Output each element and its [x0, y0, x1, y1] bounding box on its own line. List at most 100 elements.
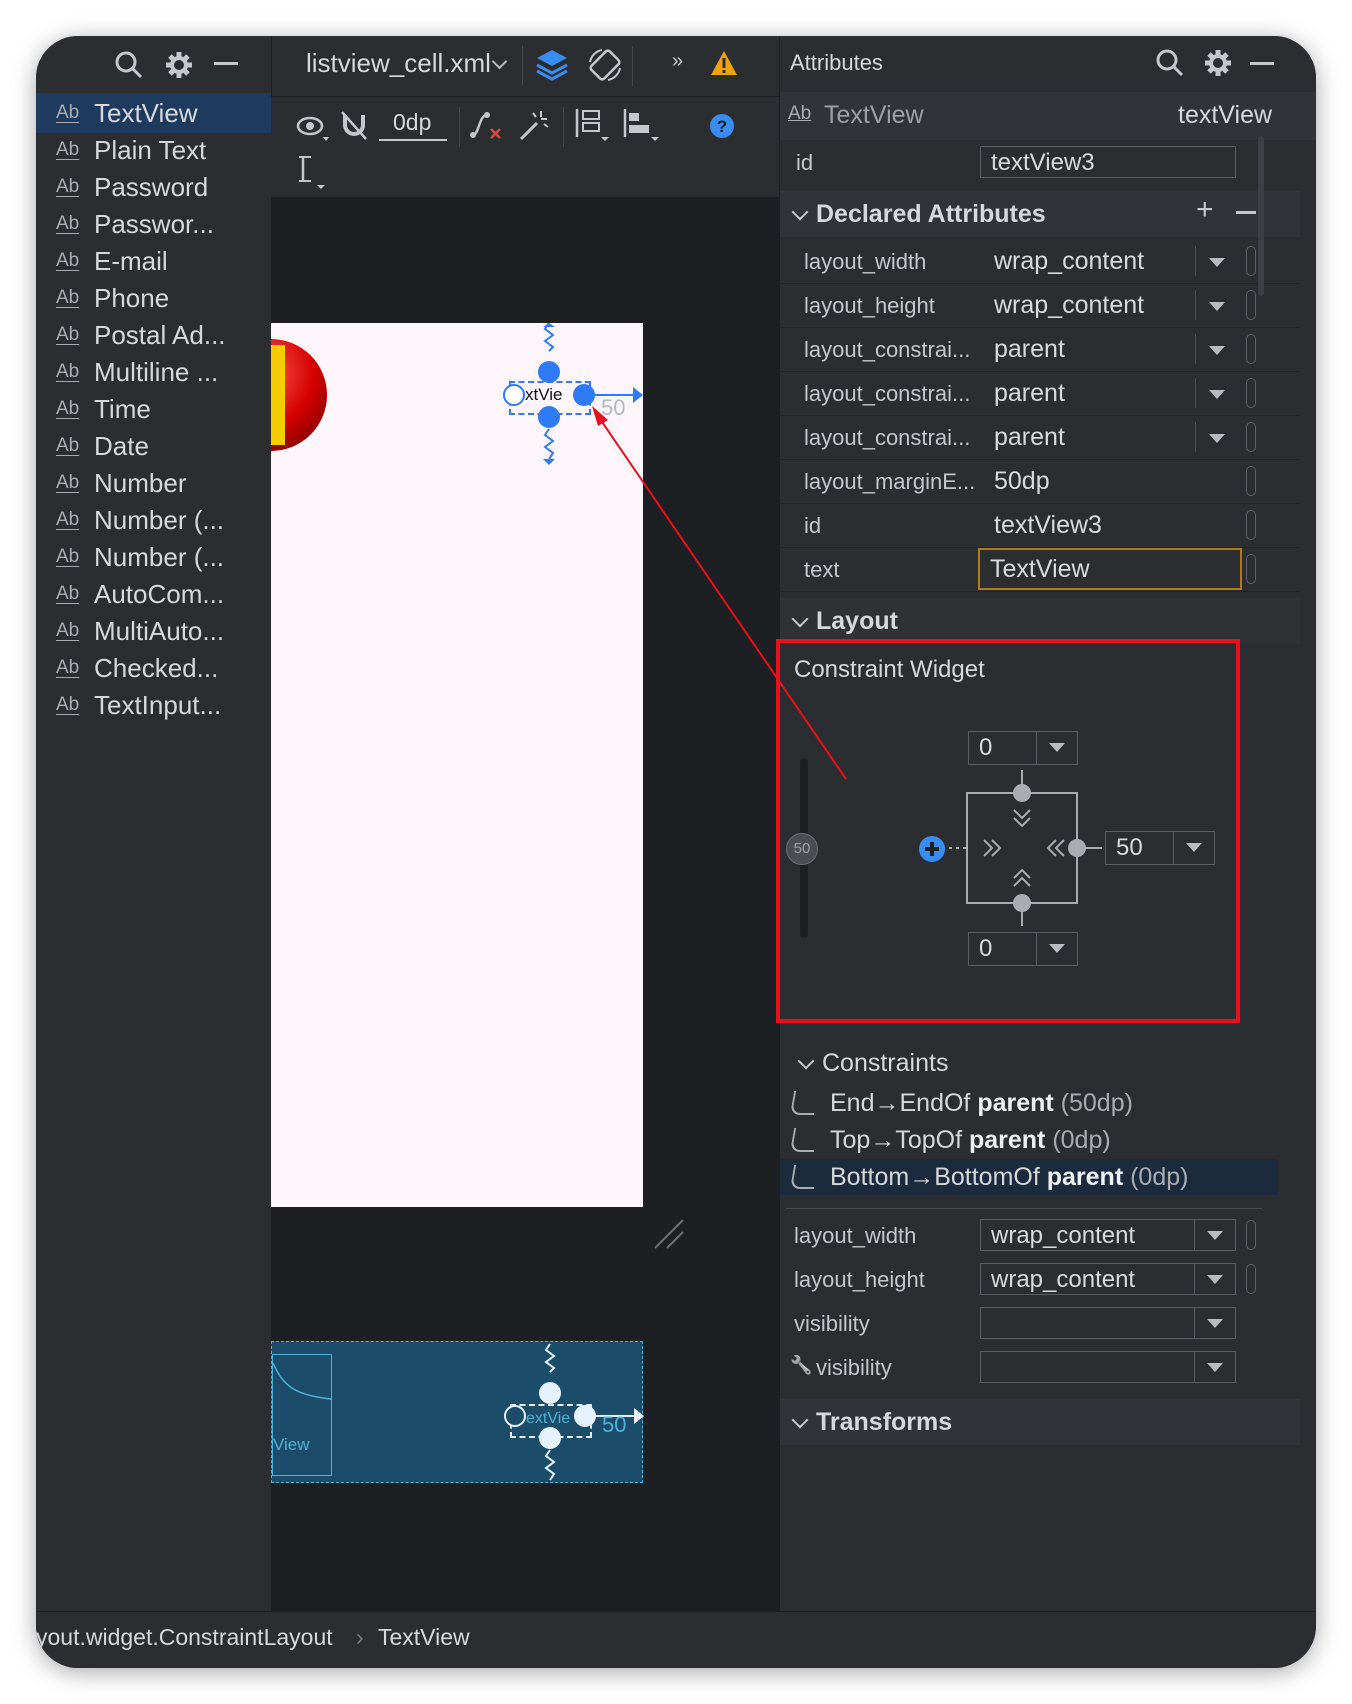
palette-item[interactable]: Ab AutoCom... — [36, 574, 271, 614]
gear-icon[interactable] — [164, 50, 194, 80]
eye-icon[interactable] — [295, 111, 331, 145]
palette-item[interactable]: Ab Date — [36, 426, 271, 466]
attribute-value[interactable]: parent — [994, 335, 1065, 364]
resource-picker-icon[interactable] — [1246, 334, 1256, 364]
text-widget-icon: Ab — [56, 250, 80, 271]
more-chevron-icon[interactable]: » — [672, 50, 683, 73]
resource-picker-icon[interactable] — [1246, 510, 1256, 540]
palette-item-label: Multiline ... — [94, 356, 219, 387]
breadcrumb-current[interactable]: TextView — [378, 1624, 470, 1651]
palette-item[interactable]: Ab Checked... — [36, 648, 271, 688]
attribute-row[interactable]: layout_marginE... 50dp — [780, 459, 1300, 504]
resource-picker-icon[interactable] — [1246, 422, 1256, 452]
attribute-select[interactable]: wrap_content — [980, 1219, 1236, 1251]
pack-icon[interactable] — [571, 107, 611, 143]
dropdown-arrow-icon[interactable] — [1195, 246, 1236, 276]
constraint-side: Bottom — [830, 1162, 910, 1191]
magnet-off-icon[interactable] — [339, 109, 369, 143]
default-margin-field[interactable]: 0dp — [379, 109, 447, 141]
text-value-field[interactable] — [978, 548, 1242, 590]
attribute-value[interactable]: 50dp — [994, 467, 1050, 496]
palette-item[interactable]: Ab Number (... — [36, 500, 271, 540]
attribute-row[interactable]: layout_constrai... parent — [780, 327, 1300, 372]
attribute-value[interactable]: parent — [994, 379, 1065, 408]
resize-handle-icon[interactable] — [651, 1216, 687, 1252]
constraint-icon — [789, 1128, 819, 1152]
attribute-row[interactable]: layout_constrai... parent — [780, 415, 1300, 460]
constraint-target: TopOf — [895, 1125, 963, 1154]
resource-picker-icon[interactable] — [1246, 378, 1256, 408]
resource-picker-icon[interactable] — [1246, 1264, 1256, 1294]
help-icon[interactable]: ? — [709, 113, 735, 139]
attribute-key: layout_height — [794, 1267, 925, 1292]
attribute-row[interactable]: layout_height wrap_content — [780, 283, 1300, 328]
palette-item[interactable]: Ab Plain Text — [36, 130, 271, 170]
palette-item[interactable]: Ab Number — [36, 463, 271, 503]
palette-item-label: TextInput... — [94, 689, 222, 720]
constraints-header[interactable]: Constraints — [780, 1043, 1300, 1083]
search-icon[interactable] — [1155, 48, 1185, 78]
resource-picker-icon[interactable] — [1246, 1220, 1256, 1250]
palette-item[interactable]: Ab Time — [36, 389, 271, 429]
attributes-scrollbar[interactable] — [1258, 136, 1264, 296]
palette-item[interactable]: Ab TextInput... — [36, 685, 271, 725]
file-tab[interactable]: listview_cell.xml — [306, 48, 491, 79]
attribute-row[interactable]: layout_constrai... parent — [780, 371, 1300, 416]
palette-item[interactable]: Ab Multiline ... — [36, 352, 271, 392]
attribute-value[interactable]: wrap_content — [994, 247, 1144, 276]
gear-icon[interactable] — [1203, 48, 1233, 78]
palette-item[interactable]: Ab Phone — [36, 278, 271, 318]
resource-picker-icon[interactable] — [1246, 466, 1256, 496]
remove-attribute-icon[interactable] — [1236, 211, 1256, 214]
id-field[interactable]: textView3 — [980, 146, 1236, 178]
dropdown-arrow-icon[interactable] — [1195, 422, 1236, 452]
dropdown-arrow-icon[interactable] — [1195, 290, 1236, 320]
wrench-icon: 🔧 — [790, 1355, 813, 1375]
dropdown-arrow-icon[interactable] — [1195, 378, 1236, 408]
transforms-section-header[interactable]: Transforms — [780, 1399, 1300, 1445]
clear-constraints-icon[interactable] — [469, 109, 503, 143]
constraint-item[interactable]: Top → TopOf parent (0dp) — [789, 1122, 1111, 1158]
attribute-select[interactable]: wrap_content — [980, 1263, 1236, 1295]
rotate-orientation-icon[interactable] — [586, 46, 624, 84]
attribute-row[interactable]: text TextView — [780, 547, 1300, 592]
palette-item[interactable]: Ab E-mail — [36, 241, 271, 281]
constraint-item[interactable]: End → EndOf parent (50dp) — [789, 1085, 1133, 1121]
align-icon[interactable] — [621, 107, 661, 143]
attribute-value[interactable]: wrap_content — [994, 291, 1144, 320]
add-attribute-icon[interactable]: + — [1196, 193, 1214, 227]
attribute-key: layout_constrai... — [804, 425, 971, 450]
attribute-value[interactable]: textView3 — [994, 511, 1102, 540]
declared-attributes-header[interactable]: Declared Attributes + — [780, 191, 1300, 237]
palette-item[interactable]: Ab Passwor... — [36, 204, 271, 244]
palette-item[interactable]: Ab Number (... — [36, 537, 271, 577]
breadcrumb-parent[interactable]: yout.widget.ConstraintLayout — [36, 1624, 333, 1651]
attribute-select[interactable] — [980, 1351, 1236, 1383]
palette-item[interactable]: Ab Password — [36, 167, 271, 207]
attribute-row[interactable]: id textView3 — [780, 503, 1300, 548]
dropdown-arrow-icon[interactable] — [1195, 334, 1236, 364]
magic-wand-icon[interactable] — [517, 109, 551, 143]
minimize-icon[interactable] — [1250, 62, 1274, 65]
warning-icon[interactable] — [710, 50, 738, 76]
resource-picker-icon[interactable] — [1246, 290, 1256, 320]
layout-section-header[interactable]: Layout — [780, 598, 1300, 644]
guidelines-icon[interactable] — [297, 153, 331, 191]
chevron-down-icon[interactable] — [491, 53, 508, 70]
constraint-item[interactable]: Bottom → BottomOf parent (0dp) — [780, 1159, 1278, 1195]
layers-icon[interactable] — [534, 46, 570, 84]
resource-picker-icon[interactable] — [1246, 246, 1256, 276]
search-icon[interactable] — [114, 50, 144, 80]
palette-item-label: Number (... — [94, 541, 225, 572]
palette-item[interactable]: Ab MultiAuto... — [36, 611, 271, 651]
palette-item[interactable]: Ab Postal Ad... — [36, 315, 271, 355]
attribute-select[interactable] — [980, 1307, 1236, 1339]
palette-item[interactable]: Ab TextView — [36, 93, 271, 133]
palette-item-label: Number — [94, 467, 187, 498]
resource-picker-icon[interactable] — [1246, 554, 1256, 584]
palette-item-label: Plain Text — [94, 134, 207, 165]
attribute-row[interactable]: layout_width wrap_content — [780, 239, 1300, 284]
attribute-value[interactable]: parent — [994, 423, 1065, 452]
constraint-side: End — [830, 1088, 875, 1117]
minimize-icon[interactable] — [214, 62, 238, 65]
